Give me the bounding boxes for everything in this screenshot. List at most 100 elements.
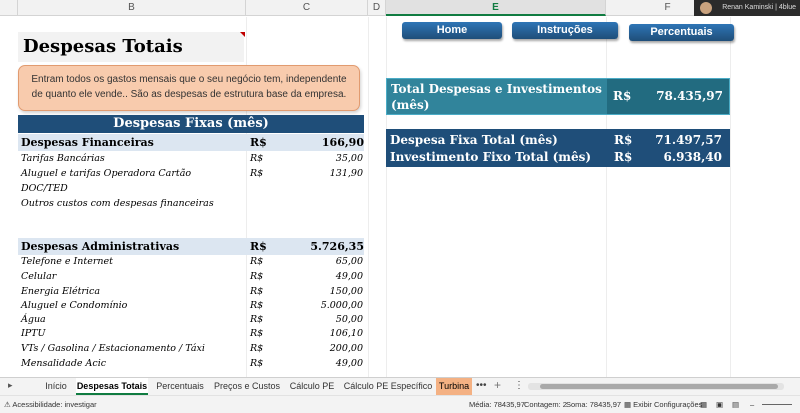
- tab-label: Despesas Totais: [76, 381, 148, 391]
- accessibility-text: Acessibilidade: investigar: [12, 400, 97, 409]
- zoom-slider[interactable]: [762, 404, 792, 405]
- row-label: Celular: [21, 271, 57, 282]
- row-currency: R$: [250, 271, 264, 282]
- row-currency: R$: [250, 168, 264, 179]
- total-expenses-investments-box[interactable]: Total Despesas e Investimentos (mês) R$ …: [386, 78, 730, 115]
- summary-value: 71.497,57: [655, 133, 722, 147]
- admin-expenses-total: 5.726,35: [310, 240, 364, 253]
- row-value: 49,00: [335, 271, 363, 282]
- horizontal-scrollbar[interactable]: [528, 383, 784, 390]
- table-row[interactable]: DOC/TED: [18, 182, 364, 197]
- tab-precos-e-custos[interactable]: Preços e Custos: [212, 378, 282, 395]
- row-label: Aluguel e tarifas Operadora Cartão: [21, 168, 192, 179]
- summary-value: 6.938,40: [663, 150, 722, 164]
- tab-turbina[interactable]: Turbina: [436, 378, 472, 395]
- scrollbar-thumb[interactable]: [540, 384, 778, 389]
- fixed-expenses-header[interactable]: Despesas Fixas (mês): [18, 115, 364, 133]
- row-currency: R$: [250, 343, 264, 354]
- status-bar: ⚠ Acessibilidade: investigar Média: 7843…: [0, 395, 800, 413]
- table-row[interactable]: IPTU R$ 106,10: [18, 327, 364, 342]
- total-label: Total Despesas e Investimentos (mês): [387, 79, 607, 114]
- tab-percentuais[interactable]: Percentuais: [152, 378, 208, 395]
- column-header-c[interactable]: C: [246, 0, 368, 16]
- summary-currency: R$: [614, 150, 633, 164]
- tab-calculo-pe[interactable]: Cálculo PE: [286, 378, 338, 395]
- table-row[interactable]: Telefone e Internet R$ 65,00: [18, 255, 364, 270]
- column-header-e[interactable]: E: [386, 0, 606, 16]
- admin-expenses-header[interactable]: Despesas Administrativas R$ 5.726,35: [18, 238, 364, 255]
- zoom-out-icon[interactable]: –: [750, 396, 754, 413]
- row-value: 150,00: [329, 286, 363, 297]
- column-header-d[interactable]: D: [368, 0, 386, 16]
- spreadsheet-grid[interactable]: Despesas Totais Mensais Entram todos os …: [0, 17, 800, 377]
- table-row[interactable]: Celular R$ 49,00: [18, 270, 364, 285]
- page-layout-icon[interactable]: ▣: [716, 396, 723, 413]
- table-row[interactable]: Aluguel e Condomínio R$ 5.000,00: [18, 299, 364, 314]
- page-title[interactable]: Despesas Totais Mensais: [18, 32, 244, 87]
- fixed-summary-box[interactable]: Despesa Fixa Total (mês) R$ 71.497,57 In…: [386, 129, 730, 167]
- tab-calculo-pe-especifico[interactable]: Cálculo PE Específico: [342, 378, 434, 395]
- add-sheet-icon[interactable]: +: [494, 378, 501, 395]
- row-currency: R$: [250, 286, 264, 297]
- instructions-button[interactable]: Instruções: [512, 22, 618, 39]
- total-value-cell: R$ 78.435,97: [607, 79, 729, 114]
- row-value: 49,00: [335, 358, 363, 369]
- row-value: 131,90: [329, 168, 363, 179]
- total-value: 78.435,97: [656, 89, 723, 103]
- row-currency: R$: [250, 314, 264, 325]
- column-header-b[interactable]: B: [18, 0, 246, 16]
- row-value: 106,10: [329, 328, 363, 339]
- select-all-corner[interactable]: [0, 0, 18, 16]
- info-note-box[interactable]: Entram todos os gastos mensais que o seu…: [18, 65, 360, 111]
- display-settings[interactable]: ▦ Exibir Configurações: [624, 396, 702, 413]
- percentages-button[interactable]: Percentuais: [629, 24, 734, 41]
- row-currency: R$: [250, 256, 264, 267]
- row-value: 200,00: [329, 343, 363, 354]
- fixed-expense-total-row[interactable]: Despesa Fixa Total (mês) R$ 71.497,57: [386, 132, 730, 149]
- row-label: Aluguel e Condomínio: [21, 300, 128, 311]
- comment-indicator-icon[interactable]: [240, 32, 245, 37]
- column-header-bar: B C D E F Renan Kaminski | 4blue: [0, 0, 800, 16]
- grid-line: [606, 17, 607, 377]
- home-button[interactable]: Home: [402, 22, 502, 39]
- table-row[interactable]: Mensalidade Acic R$ 49,00: [18, 357, 364, 372]
- financial-expenses-header[interactable]: Despesas Financeiras R$ 166,90: [18, 134, 364, 151]
- financial-expenses-total: 166,90: [321, 136, 364, 149]
- row-value: 5.000,00: [320, 300, 363, 311]
- summary-label: Despesa Fixa Total (mês): [390, 133, 558, 147]
- normal-view-icon[interactable]: ▦: [700, 396, 707, 413]
- table-row[interactable]: Outros custos com despesas financeiras: [18, 197, 364, 212]
- table-row[interactable]: Tarifas Bancárias R$ 35,00: [18, 152, 364, 167]
- display-settings-label: Exibir Configurações: [633, 400, 703, 409]
- financial-expenses-title: Despesas Financeiras: [21, 136, 154, 149]
- tab-despesas-totais[interactable]: Despesas Totais: [76, 378, 148, 395]
- row-currency: R$: [250, 358, 264, 369]
- table-row[interactable]: Energia Elétrica R$ 150,00: [18, 285, 364, 300]
- row-value: 35,00: [335, 153, 363, 164]
- tab-inicio[interactable]: Início: [38, 378, 74, 395]
- status-count: Contagem: 2: [524, 400, 567, 409]
- row-label: Água: [21, 314, 46, 325]
- row-label: DOC/TED: [21, 183, 68, 194]
- table-row[interactable]: VTs / Gasolina / Estacionamento / Táxi R…: [18, 342, 364, 357]
- tab-scroll-right-icon[interactable]: ▸: [8, 380, 13, 391]
- grid-line: [386, 17, 387, 377]
- more-tabs-icon[interactable]: •••: [476, 378, 487, 395]
- row-label: Energia Elétrica: [21, 286, 100, 297]
- presenter-avatar: [700, 2, 713, 14]
- table-row[interactable]: Água R$ 50,00: [18, 313, 364, 328]
- table-row[interactable]: Aluguel e tarifas Operadora Cartão R$ 13…: [18, 167, 364, 182]
- page-break-icon[interactable]: ▤: [732, 396, 739, 413]
- accessibility-status[interactable]: ⚠ Acessibilidade: investigar: [4, 396, 97, 413]
- grid-line: [730, 17, 731, 377]
- summary-currency: R$: [614, 133, 633, 147]
- row-label: Tarifas Bancárias: [21, 153, 105, 164]
- scroll-options-icon[interactable]: ⋮: [514, 378, 524, 395]
- row-label: IPTU: [21, 328, 46, 339]
- row-value: 65,00: [335, 256, 363, 267]
- summary-label: Investimento Fixo Total (mês): [390, 150, 592, 164]
- status-average: Média: 78435,97: [469, 400, 525, 409]
- row-value: 50,00: [335, 314, 363, 325]
- presenter-label: Renan Kaminski | 4blue: [694, 0, 800, 16]
- fixed-investment-total-row[interactable]: Investimento Fixo Total (mês) R$ 6.938,4…: [386, 149, 730, 166]
